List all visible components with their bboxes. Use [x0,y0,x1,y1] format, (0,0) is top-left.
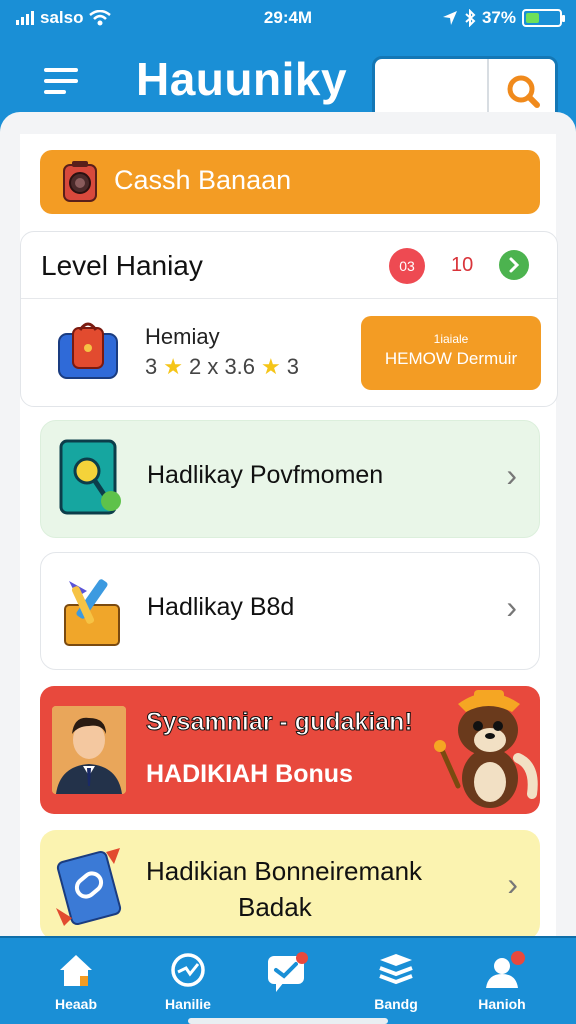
bonus-card-subtitle: Badak [238,892,312,922]
battery-icon [522,9,565,27]
nav-label: Hanioh [478,996,526,1012]
bonus-card-title: Hadikian Bonneiremank [146,856,423,886]
battery-percent: 37% [481,8,516,27]
level-title: Level Haniay [41,250,203,281]
profile-icon [486,951,525,988]
chevron-right-icon: › [506,457,517,493]
bear-mascot [434,690,538,808]
nav-label: Heaab [54,996,98,1012]
toolbox-icon [64,579,120,646]
divider [21,298,557,299]
bonus-button[interactable]: 1iaiale HEMOW Dermuir [361,316,541,390]
bottom-nav: Heaab Hanilie Bandg Hanioh [0,936,576,1024]
chevron-right-icon: › [507,866,518,902]
list-item-performance[interactable]: Hadlikay Povfmomen › [40,420,540,538]
rating-value-3: 3 [286,354,300,379]
chevron-right-icon: › [506,589,517,625]
bluetooth-icon [465,9,476,27]
status-bar: salso 29:4M 37% [0,0,576,38]
nav-chat[interactable] [240,946,336,1018]
promo-headline: Sysamniar - gudakian! [146,708,414,737]
promo-banner[interactable]: Sysamniar - gudakian! HADIKIAH Bonus [40,686,540,814]
nav-profile[interactable]: Hanioh [454,946,550,1018]
level-count: 10 [451,254,474,276]
app-title: Hauuniky [136,53,348,105]
promo-subline: HADIKIAH Bonus [146,760,353,788]
list-item-title: Hadlikay B8d [147,593,295,621]
home-icon [60,955,92,986]
layers-icon [379,954,413,985]
nav-label: Bandg [374,996,418,1012]
nav-explore[interactable]: Hanilie [140,946,236,1018]
level-item-name: Hemiay [145,324,220,349]
person-avatar [52,706,126,794]
chat-icon [268,952,308,992]
nav-home[interactable]: Heaab [28,946,124,1018]
bonus-button-caption: 1iaiale [433,332,469,346]
rating-value-2: 2 x 3.6 [188,354,256,379]
rating: 3 ★ 2 x 3.6 ★ 3 [145,354,299,380]
coupon-icon [56,848,122,926]
bag-icon [58,322,118,379]
chevron-right-icon[interactable] [499,250,529,280]
cash-banner[interactable]: Cassh Banaan [40,150,540,214]
nav-layers[interactable]: Bandg [348,946,444,1018]
level-card: Level Haniay 03 10 Hemiay 3 ★ 2 x 3.6 ★ … [20,231,558,407]
level-badge: 03 [389,248,425,284]
location-icon [442,11,457,25]
list-item-bed[interactable]: Hadlikay B8d › [40,552,540,670]
list-item-bonus[interactable]: Hadikian Bonneiremank Badak › [40,830,540,940]
star-icon: ★ [163,354,183,379]
bonus-button-label: HEMOW Dermuir [384,349,518,368]
rating-value-1: 3 [145,354,158,379]
camera-icon [63,161,97,202]
hamburger-menu-icon[interactable] [44,68,80,94]
nav-label: Hanilie [165,996,211,1012]
list-item-title: Hadlikay Povfmomen [147,461,384,489]
cash-banner-label: Cassh Banaan [114,165,292,195]
home-indicator [188,1018,388,1024]
search-book-icon [59,439,121,515]
star-icon: ★ [261,354,281,379]
compass-icon [171,953,205,987]
